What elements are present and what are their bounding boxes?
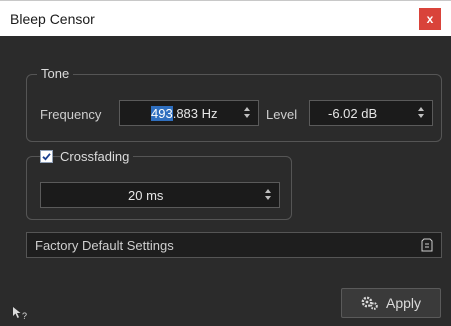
crossfading-value[interactable]: 20 ms	[128, 188, 163, 203]
checkmark-icon	[42, 153, 51, 161]
window-title: Bleep Censor	[10, 11, 95, 27]
preset-label: Factory Default Settings	[35, 238, 174, 253]
preset-menu-icon[interactable]	[421, 238, 433, 252]
crossfading-field[interactable]: 20 ms	[40, 182, 280, 208]
svg-text:?: ?	[22, 311, 27, 320]
tone-legend: Tone	[37, 66, 74, 81]
preset-bar[interactable]: Factory Default Settings	[26, 232, 442, 258]
apply-button[interactable]: Apply	[341, 288, 441, 318]
frequency-selected-digits: 493	[151, 106, 173, 121]
apply-label: Apply	[385, 295, 422, 311]
close-button[interactable]: x	[419, 8, 441, 30]
gears-icon	[361, 296, 378, 310]
crossfading-checkbox[interactable]	[40, 150, 53, 163]
frequency-spin-icon[interactable]	[244, 105, 252, 121]
title-bar: Bleep Censor x	[0, 0, 451, 36]
close-icon: x	[426, 12, 434, 26]
help-pointer-icon[interactable]: ?	[12, 306, 30, 320]
frequency-value[interactable]: 493.883 Hz	[151, 106, 218, 121]
crossfading-label[interactable]: Crossfading	[60, 149, 134, 164]
level-label: Level	[266, 107, 298, 122]
level-field[interactable]: -6.02 dB	[309, 100, 433, 126]
crossfading-spin-icon[interactable]	[265, 187, 273, 203]
level-spin-icon[interactable]	[418, 105, 426, 121]
dialog-body: Tone Frequency 493.883 Hz Level -6.02 dB…	[0, 36, 451, 326]
frequency-field[interactable]: 493.883 Hz	[119, 100, 259, 126]
level-value[interactable]: -6.02 dB	[328, 106, 377, 121]
frequency-value-rest: .883 Hz	[172, 106, 218, 121]
frequency-label: Frequency	[40, 107, 102, 122]
